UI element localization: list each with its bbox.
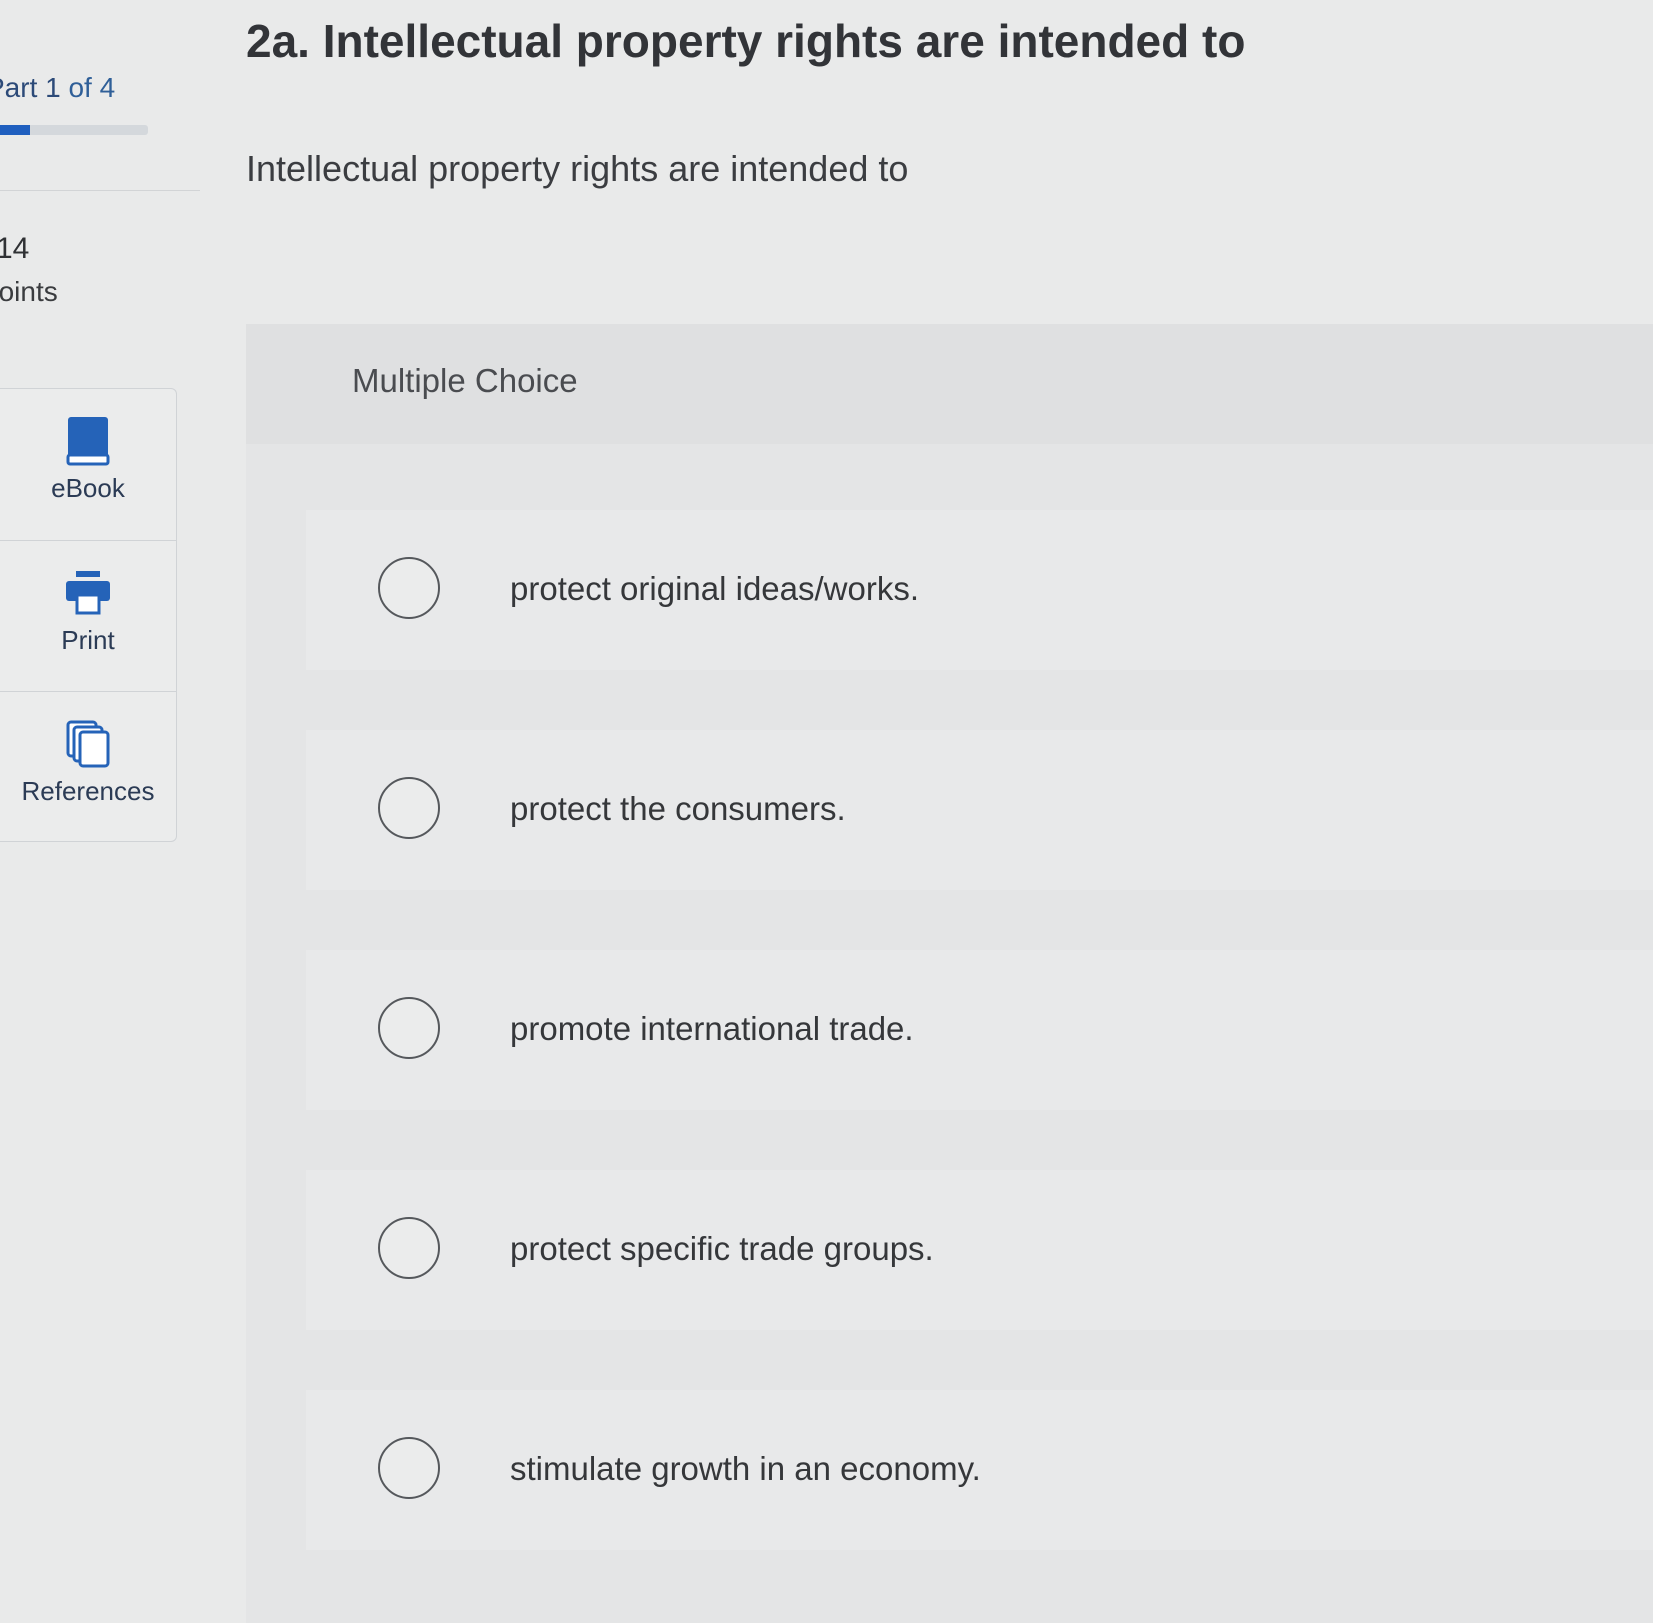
progress-bar-fill [0, 125, 30, 135]
answer-option[interactable]: protect specific trade groups. [306, 1170, 1653, 1330]
book-icon [66, 417, 110, 466]
radio-button[interactable] [378, 1217, 440, 1279]
answer-option[interactable]: protect original ideas/works. [306, 510, 1653, 670]
ebook-label: eBook [51, 473, 125, 503]
points-label: points [0, 276, 58, 307]
answer-option-text: stimulate growth in an economy. [510, 1450, 981, 1487]
progress-bar [0, 125, 148, 135]
print-button[interactable]: Print [0, 540, 176, 691]
radio-button[interactable] [378, 557, 440, 619]
part-label-suffix: of 4 [68, 72, 116, 103]
answer-option[interactable]: stimulate growth in an economy. [306, 1390, 1653, 1550]
references-label: References [21, 776, 155, 806]
ebook-button[interactable]: eBook [0, 389, 176, 539]
points-value: 14 [0, 232, 30, 265]
question-text: Intellectual property rights are intende… [246, 148, 909, 189]
printer-icon [66, 571, 110, 615]
print-label: Print [61, 625, 115, 655]
question-type-label: Multiple Choice [352, 362, 578, 399]
tools-panel: eBook Print References [0, 388, 177, 842]
part-indicator: Part 1 of 4 [0, 72, 115, 104]
radio-button[interactable] [378, 997, 440, 1059]
radio-button[interactable] [378, 777, 440, 839]
part-label-prefix: Part 1 [0, 72, 61, 103]
answer-option-text: protect the consumers. [510, 790, 846, 827]
answer-options: protect original ideas/works. protect th… [246, 444, 1653, 1623]
divider [0, 190, 200, 191]
references-button[interactable]: References [0, 691, 176, 842]
radio-button[interactable] [378, 1437, 440, 1499]
answer-option-text: protect original ideas/works. [510, 570, 920, 607]
question-title: 2a. Intellectual property rights are int… [246, 15, 1246, 67]
answer-option-text: protect specific trade groups. [510, 1230, 934, 1267]
answer-option-text: promote international trade. [510, 1010, 914, 1047]
answer-option[interactable]: promote international trade. [306, 950, 1653, 1110]
documents-icon [66, 720, 110, 768]
answer-option[interactable]: protect the consumers. [306, 730, 1653, 890]
